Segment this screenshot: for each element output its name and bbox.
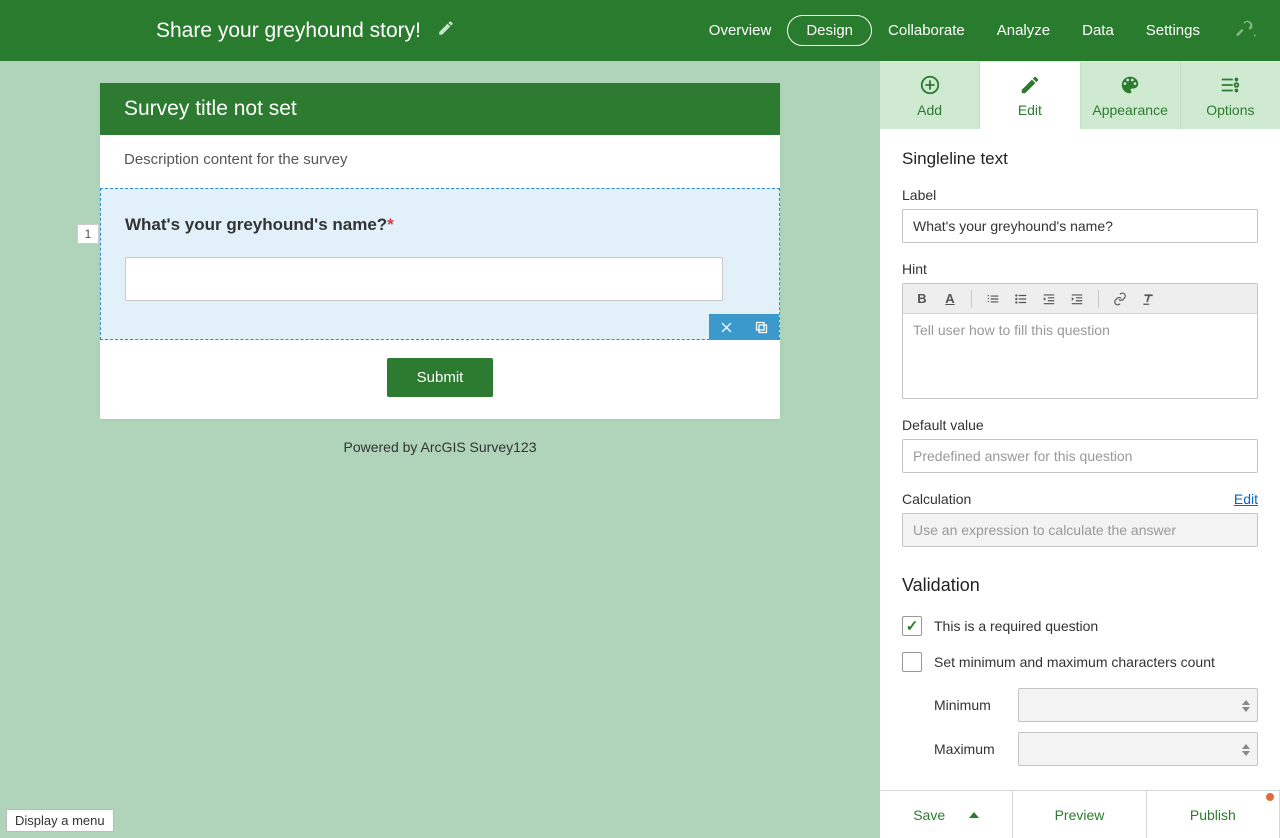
minmax-checkbox[interactable]	[902, 652, 922, 672]
tab-edit[interactable]: Edit	[980, 62, 1080, 129]
publish-button[interactable]: Publish	[1147, 791, 1280, 838]
tab-appearance[interactable]: Appearance	[1081, 62, 1181, 129]
edit-title-icon[interactable]	[437, 19, 455, 42]
powered-by-text: Powered by ArcGIS Survey123	[0, 439, 880, 455]
tab-options[interactable]: Options	[1181, 62, 1280, 129]
unsaved-indicator-icon	[1266, 793, 1274, 801]
outdent-icon[interactable]	[1036, 287, 1062, 311]
maximum-label: Maximum	[934, 741, 1004, 757]
tools-icon[interactable]	[1236, 18, 1256, 43]
nav-data[interactable]: Data	[1066, 22, 1130, 39]
caret-up-icon	[969, 812, 979, 818]
top-bar: Share your greyhound story! Overview Des…	[0, 0, 1280, 61]
hint-toolbar: B A	[903, 284, 1257, 314]
calculation-edit-link[interactable]: Edit	[1234, 491, 1258, 507]
primary-nav: Overview Design Collaborate Analyze Data…	[693, 15, 1256, 46]
bold-icon[interactable]: B	[909, 287, 935, 311]
nav-collaborate[interactable]: Collaborate	[872, 22, 981, 39]
survey-description[interactable]: Description content for the survey	[100, 135, 780, 188]
text-color-icon[interactable]: A	[937, 287, 963, 311]
sidebar-tabs: Add Edit Appearance Options	[880, 62, 1280, 129]
tab-add[interactable]: Add	[880, 62, 980, 129]
survey-preview: Survey title not set Description content…	[100, 83, 780, 419]
question-type-title: Singleline text	[902, 149, 1258, 169]
duplicate-question-icon[interactable]	[744, 314, 779, 340]
submit-button[interactable]: Submit	[387, 358, 494, 397]
question-card[interactable]: What's your greyhound's name?*	[100, 188, 780, 340]
minmax-label: Set minimum and maximum characters count	[934, 654, 1215, 670]
nav-analyze[interactable]: Analyze	[981, 22, 1066, 39]
tooltip: Display a menu	[6, 809, 114, 832]
default-value-input[interactable]	[902, 439, 1258, 473]
calculation-label: Calculation	[902, 491, 971, 507]
required-checkbox[interactable]	[902, 616, 922, 636]
preview-button[interactable]: Preview	[1013, 791, 1146, 838]
hint-editor: B A Tell user how to fill this question	[902, 283, 1258, 399]
hint-textarea[interactable]: Tell user how to fill this question	[903, 314, 1257, 398]
edit-sidebar: Add Edit Appearance Options Singleline t…	[880, 61, 1280, 838]
hint-field-label: Hint	[902, 261, 1258, 277]
maximum-input[interactable]	[1018, 732, 1258, 766]
link-icon[interactable]	[1107, 287, 1133, 311]
sidebar-footer: Save Preview Publish	[880, 790, 1280, 838]
nav-overview[interactable]: Overview	[693, 22, 788, 39]
minimum-input[interactable]	[1018, 688, 1258, 722]
survey-title[interactable]: Survey title not set	[100, 83, 780, 135]
clear-format-icon[interactable]	[1135, 287, 1161, 311]
label-input[interactable]	[902, 209, 1258, 243]
indent-icon[interactable]	[1064, 287, 1090, 311]
minimum-label: Minimum	[934, 697, 1004, 713]
validation-title: Validation	[902, 575, 1258, 596]
question-text-input[interactable]	[125, 257, 723, 301]
nav-design[interactable]: Design	[787, 15, 872, 46]
design-canvas: Survey title not set Description content…	[0, 61, 880, 838]
save-button[interactable]: Save	[880, 791, 1013, 838]
unordered-list-icon[interactable]	[1008, 287, 1034, 311]
question-number: 1	[77, 224, 99, 244]
label-field-label: Label	[902, 187, 1258, 203]
survey-app-title: Share your greyhound story!	[156, 19, 421, 43]
ordered-list-icon[interactable]	[980, 287, 1006, 311]
default-field-label: Default value	[902, 417, 1258, 433]
nav-settings[interactable]: Settings	[1130, 22, 1216, 39]
delete-question-icon[interactable]	[709, 314, 744, 340]
calculation-input: Use an expression to calculate the answe…	[902, 513, 1258, 547]
question-actions	[709, 314, 779, 340]
question-label: What's your greyhound's name?*	[125, 215, 755, 235]
required-label: This is a required question	[934, 618, 1098, 634]
